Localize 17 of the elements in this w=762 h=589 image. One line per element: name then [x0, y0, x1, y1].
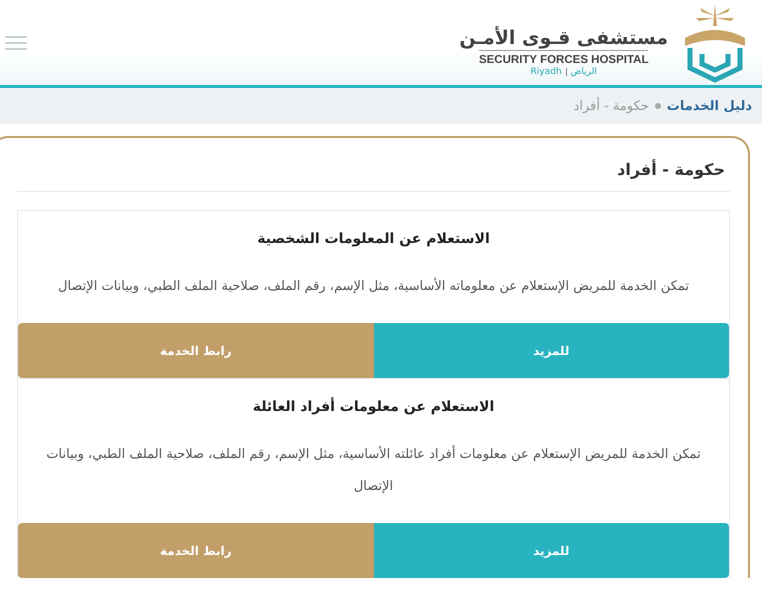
- separator-icon: [654, 103, 661, 109]
- service-description: تمكن الخدمة للمريض الإستعلام عن معلوماته الأساسية، مثل الإسم، رقم الملف، صلاحية الملف الطبي، وبيانات الإتصال: [57, 276, 690, 296]
- service-title: الاستعلام عن معلومات أفراد العائلة: [252, 399, 496, 415]
- menu-icon[interactable]: [5, 36, 27, 50]
- logo-english-text: SECURITY FORCES HOSPITAL: [478, 50, 648, 66]
- service-link-button[interactable]: رابط الخدمة: [18, 523, 374, 578]
- section-title: حكومة - أفراد: [17, 152, 730, 192]
- service-title: الاستعلام عن المعلومات الشخصية: [256, 231, 491, 247]
- service-link-button[interactable]: رابط الخدمة: [18, 323, 374, 378]
- city-arabic-text: الرياض: [570, 66, 597, 76]
- breadcrumb-current: حكومة - أفراد: [574, 98, 649, 114]
- city-english-text: Riyadh: [530, 66, 562, 76]
- more-button[interactable]: للمزيد: [374, 523, 729, 578]
- service-description: تمكن الخدمة للمريض الإستعلام عن معلومات أفراد عائلته الأساسية، مثل الإسم، رقم الملف، صلاحية الملف الطبي، وبيانات الإتصال: [45, 444, 702, 496]
- more-button[interactable]: للمزيد: [374, 323, 729, 378]
- breadcrumb-link[interactable]: دليل الخدمات: [666, 98, 752, 114]
- logo-arabic-text: مستشفى قـوى الأمـن: [459, 26, 668, 48]
